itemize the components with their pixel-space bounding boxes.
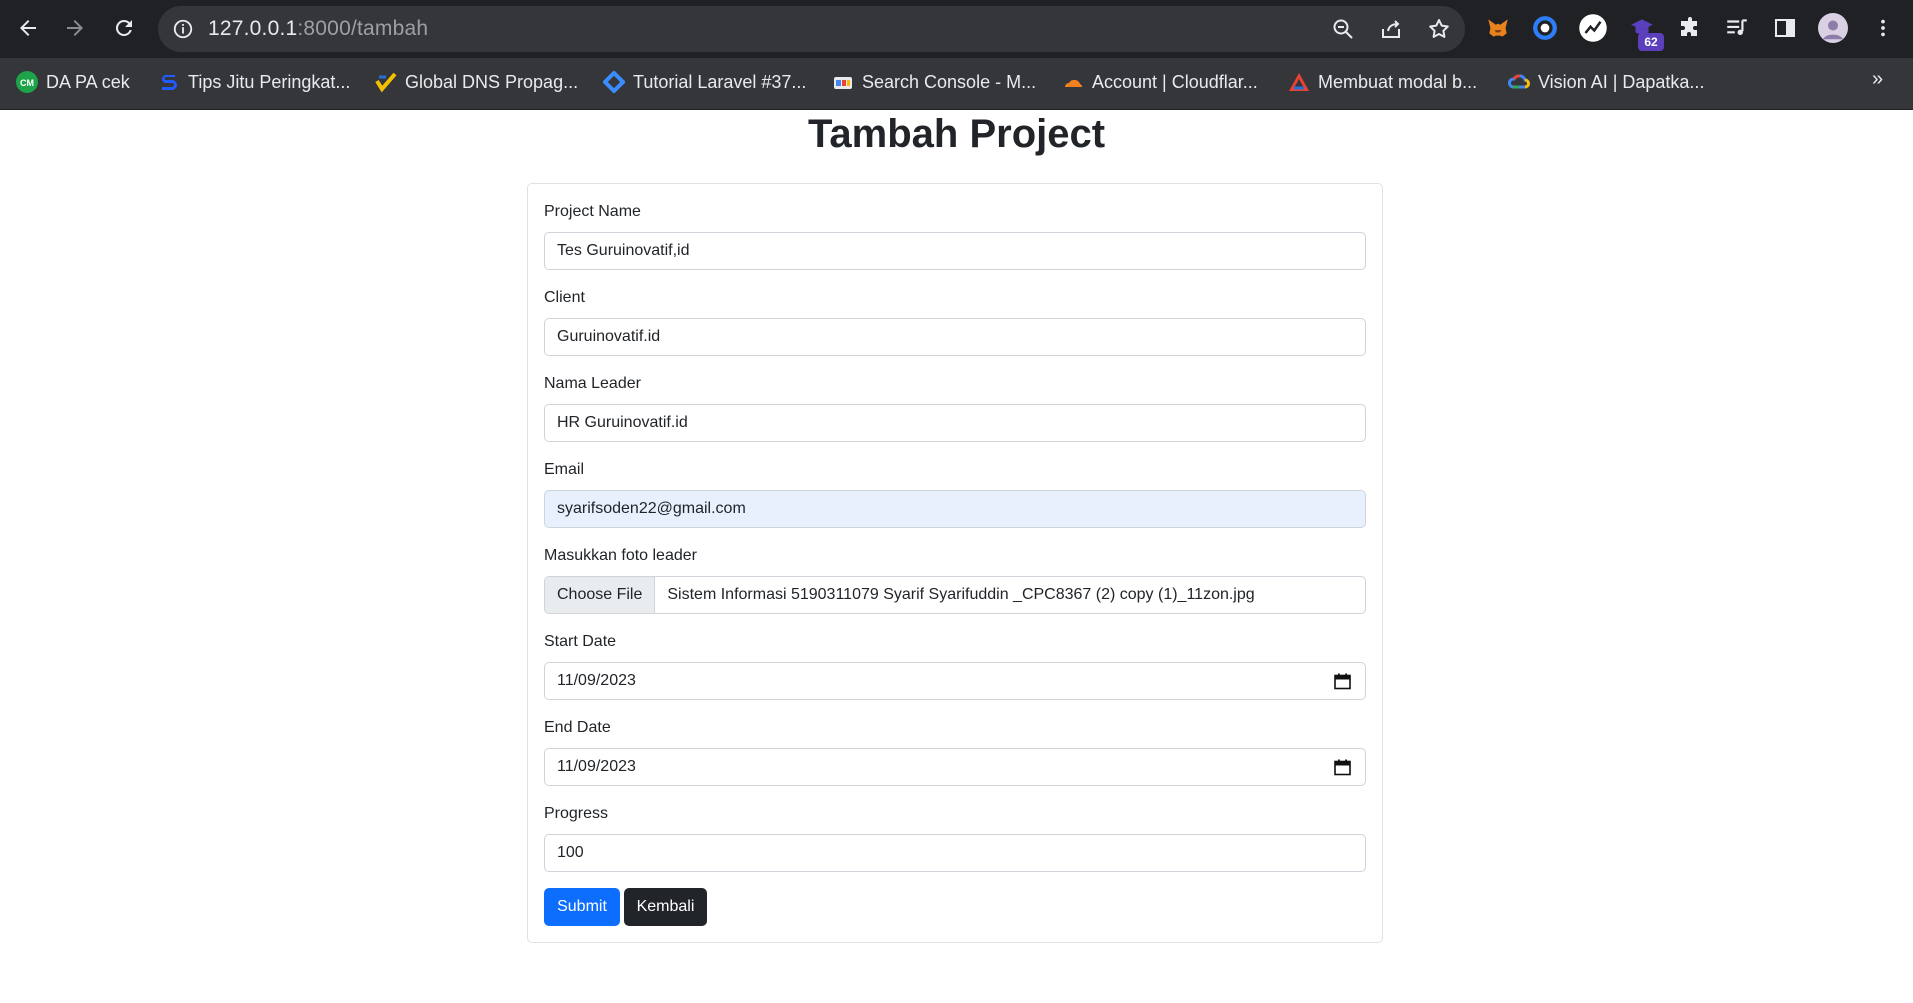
reload-icon[interactable] xyxy=(108,12,140,44)
back-icon[interactable] xyxy=(12,12,44,44)
bookmark-label: Global DNS Propag... xyxy=(405,71,579,92)
address-bar[interactable]: 127.0.0.1:8000/tambah xyxy=(158,6,1465,52)
bookmark-label: Account | Cloudflar... xyxy=(1092,71,1258,92)
bookmark-label: Tutorial Laravel #37... xyxy=(633,71,807,92)
triangle-logo-icon xyxy=(1289,73,1309,91)
blue-ring-extension-icon[interactable] xyxy=(1530,13,1560,43)
bookmark-label: Tips Jitu Peringkat... xyxy=(188,71,351,92)
reading-list-icon[interactable] xyxy=(1722,13,1752,43)
bookmark-item[interactable]: Search Console - M... xyxy=(832,68,1036,96)
bookmark-label: DA PA cek xyxy=(46,71,130,92)
submit-button[interactable]: Submit xyxy=(544,888,620,926)
cm-green-circle-icon: CM xyxy=(16,71,38,93)
client-input[interactable]: Guruinovatif.id xyxy=(544,318,1366,356)
bookmark-label: Search Console - M... xyxy=(862,71,1037,92)
start-date-input[interactable]: 11/09/2023 xyxy=(544,662,1366,700)
leader-photo-label: Masukkan foto leader xyxy=(544,547,697,564)
bookmark-item[interactable]: Tutorial Laravel #37... xyxy=(603,68,806,96)
url-text[interactable]: 127.0.0.1:8000/tambah xyxy=(208,17,428,41)
side-panel-icon[interactable] xyxy=(1770,13,1800,43)
more-bookmarks-chevron[interactable]: » xyxy=(1872,68,1883,91)
leader-name-label: Nama Leader xyxy=(544,375,641,392)
email-input[interactable]: syarifsoden22@gmail.com xyxy=(544,490,1366,528)
choose-file-button[interactable]: Choose File xyxy=(545,577,656,613)
bookmark-star-icon[interactable] xyxy=(1427,17,1451,41)
selected-file-name: Sistem Informasi 5190311079 Syarif Syari… xyxy=(667,586,1255,603)
cloudflare-icon xyxy=(1065,79,1083,87)
search-console-icon xyxy=(834,77,852,89)
forward-icon[interactable] xyxy=(59,12,91,44)
project-name-input[interactable]: Tes Guruinovatif,id xyxy=(544,232,1366,270)
project-name-label: Project Name xyxy=(544,203,641,220)
google-cloud-icon xyxy=(1508,74,1530,89)
back-button[interactable]: Kembali xyxy=(624,888,707,926)
leader-photo-file-input[interactable]: Choose File Sistem Informasi 5190311079 … xyxy=(544,576,1366,614)
calendar-icon[interactable] xyxy=(1334,759,1351,776)
url-path: :8000/tambah xyxy=(297,17,429,40)
start-date-label: Start Date xyxy=(544,633,617,650)
client-label: Client xyxy=(544,289,585,306)
email-label: Email xyxy=(544,461,585,478)
site-info-icon[interactable] xyxy=(172,18,194,40)
bookmark-item[interactable]: Account | Cloudflar... xyxy=(1062,68,1258,96)
page-title: Tambah Project xyxy=(807,112,1106,156)
bookmark-label: Vision AI | Dapatka... xyxy=(1538,71,1705,92)
extensions-puzzle-icon[interactable] xyxy=(1675,13,1705,43)
leader-name-input[interactable]: HR Guruinovatif.id xyxy=(544,404,1366,442)
share-icon[interactable] xyxy=(1379,17,1403,41)
bookmark-item[interactable]: Vision AI | Dapatka... xyxy=(1508,68,1704,96)
zoom-icon[interactable] xyxy=(1331,17,1355,41)
progress-label: Progress xyxy=(544,805,609,822)
bookmark-label: Membuat modal b... xyxy=(1318,71,1478,92)
end-date-input[interactable]: 11/09/2023 xyxy=(544,748,1366,786)
profile-avatar[interactable] xyxy=(1818,13,1848,43)
dns-check-icon xyxy=(375,72,397,93)
blue-s-icon xyxy=(162,75,177,90)
end-date-value: 11/09/2023 xyxy=(557,758,636,775)
svg-text:CM: CM xyxy=(20,78,34,88)
calendar-icon[interactable] xyxy=(1334,673,1351,690)
blue-diamond-icon xyxy=(603,71,625,93)
pulse-extension-icon[interactable] xyxy=(1578,13,1608,43)
metamask-icon[interactable] xyxy=(1483,13,1513,43)
browser-menu-icon[interactable] xyxy=(1868,13,1898,43)
end-date-label: End Date xyxy=(544,719,611,736)
progress-input[interactable]: 100 xyxy=(544,834,1366,872)
bookmark-item[interactable]: Global DNS Propag... xyxy=(375,68,578,96)
bookmark-item[interactable]: Membuat modal b... xyxy=(1288,68,1477,96)
start-date-value: 11/09/2023 xyxy=(557,672,636,689)
bookmark-item[interactable]: Tips Jitu Peringkat... xyxy=(158,68,350,96)
bookmark-item[interactable]: CM DA PA cek xyxy=(16,68,130,96)
url-host: 127.0.0.1 xyxy=(208,17,298,40)
extension-badge: 62 xyxy=(1638,33,1664,51)
